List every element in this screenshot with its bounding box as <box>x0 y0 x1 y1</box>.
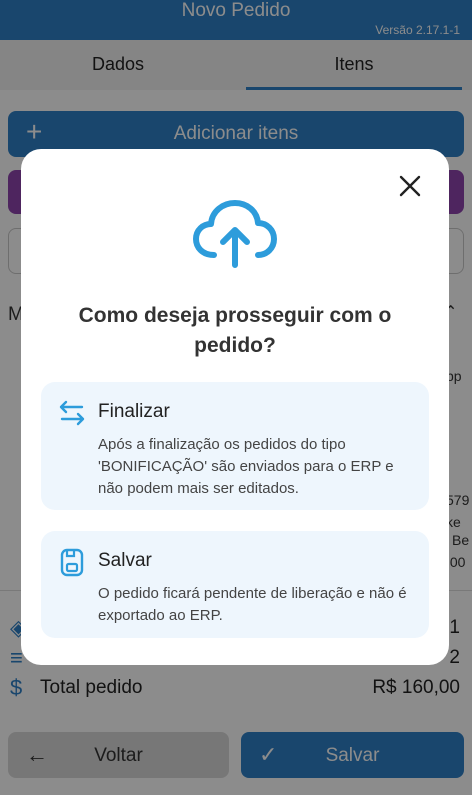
save-disk-icon <box>57 547 87 577</box>
finalize-option-title: Finalizar <box>98 401 170 422</box>
close-icon[interactable] <box>397 173 423 199</box>
proceed-dialog: Como deseja prosseguir com o pedido? Fin… <box>21 149 449 665</box>
save-option[interactable]: Salvar O pedido ficará pendente de liber… <box>41 531 429 638</box>
save-option-description: O pedido ficará pendente de liberação e … <box>98 585 407 624</box>
finalize-option[interactable]: Finalizar Após a finalização os pedidos … <box>41 382 429 510</box>
dialog-title: Como deseja prosseguir com o pedido? <box>78 304 392 357</box>
finalize-option-description: Após a finalização os pedidos do tipo 'B… <box>98 436 394 497</box>
cloud-upload-icon <box>192 197 278 269</box>
save-option-title: Salvar <box>98 550 152 571</box>
swap-arrows-icon <box>57 398 87 428</box>
